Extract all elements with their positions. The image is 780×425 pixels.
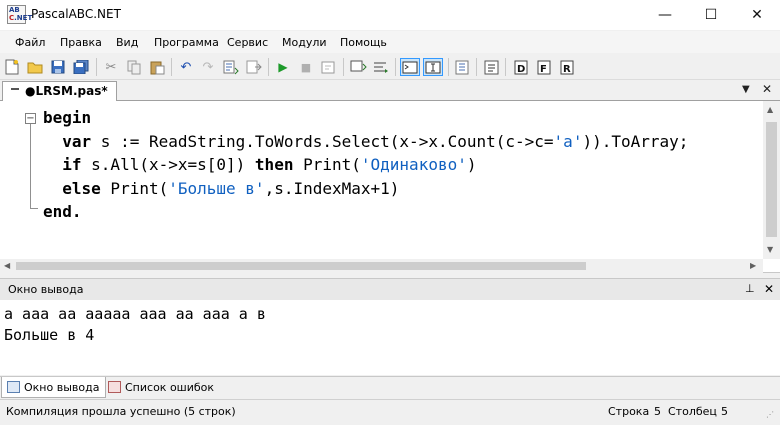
scroll-right-icon[interactable]: ▶: [750, 261, 756, 270]
menu-service[interactable]: Сервис: [227, 36, 268, 49]
svg-text:D: D: [517, 64, 525, 75]
scroll-left-icon[interactable]: ◀: [4, 261, 10, 270]
run-icon[interactable]: ▶: [274, 58, 292, 76]
fold-guide-end: [30, 208, 38, 209]
output-window-tab-icon: [7, 381, 20, 393]
redo-icon[interactable]: ↷: [199, 58, 217, 76]
tab-output-window-label: Окно вывода: [24, 381, 100, 394]
code-text-segment: ): [466, 155, 477, 174]
output-line: а ааа аа ааааа ааа аа ааа а в: [4, 305, 266, 323]
status-line-label: Строка: [608, 405, 650, 418]
cut-icon[interactable]: ✂: [102, 58, 120, 76]
code-text-segment: s := ReadString.ToWords.Select(x->x.Coun…: [91, 131, 554, 151]
code-text-segment: Print(: [100, 178, 169, 198]
code-text-segment: )).ToArray;: [582, 131, 689, 151]
code-keyword: end: [43, 202, 72, 221]
navigate-icon[interactable]: [245, 58, 263, 76]
new-file-icon[interactable]: [3, 58, 21, 76]
tab-list-dropdown-icon[interactable]: ▼: [742, 84, 750, 95]
code-editor[interactable]: − begin var s := ReadString.ToWords.Sele…: [0, 101, 780, 273]
code-keyword: then: [254, 155, 294, 174]
menu-view[interactable]: Вид: [116, 36, 138, 49]
svg-text:R: R: [563, 64, 571, 75]
status-bar: Компиляция прошла успешно (5 строк) Стро…: [0, 399, 780, 425]
tab-error-list[interactable]: Список ошибок: [103, 377, 220, 398]
tool-a-icon[interactable]: [482, 58, 500, 76]
editor-vertical-scrollbar[interactable]: ▲ ▼: [763, 101, 780, 259]
code-string: 'Одинаково': [360, 155, 467, 174]
menu-modules[interactable]: Модули: [282, 36, 327, 49]
resize-grip-icon[interactable]: ⋰: [766, 410, 774, 419]
error-list-tab-icon: [108, 381, 121, 393]
title-bar: AB C.NET PascalABC.NET — ☐ ✕: [0, 0, 780, 30]
code-keyword: else: [62, 178, 101, 198]
maximize-button[interactable]: ☐: [688, 0, 734, 30]
input-icon[interactable]: [400, 58, 420, 76]
horizontal-scroll-thumb[interactable]: [16, 262, 586, 270]
fold-toggle-icon[interactable]: −: [25, 113, 36, 124]
code-text[interactable]: begin var s := ReadString.ToWords.Select…: [43, 106, 688, 224]
tab-close-icon[interactable]: ✕: [762, 82, 772, 96]
tab-lrsm-pas[interactable]: ●LRSM.pas*: [2, 81, 117, 102]
editor-horizontal-scrollbar[interactable]: ◀ ▶: [0, 259, 763, 273]
tool-b-icon[interactable]: D: [511, 58, 529, 76]
format-icon[interactable]: [222, 58, 240, 76]
status-line-value: 5: [654, 405, 661, 418]
code-text-segment: .: [71, 202, 82, 221]
stop-icon[interactable]: ■: [297, 58, 315, 76]
menu-program[interactable]: Программа: [154, 36, 219, 49]
bottom-panel-tabs: Окно вывода Список ошибок: [0, 376, 780, 398]
compile-icon[interactable]: [453, 58, 471, 76]
vertical-scroll-thumb[interactable]: [766, 122, 777, 237]
status-column-label: Столбец: [668, 405, 717, 418]
minimize-button[interactable]: —: [642, 0, 688, 30]
document-tab-strip: ●LRSM.pas* ▼ ✕: [0, 80, 780, 102]
tab-output-window[interactable]: Окно вывода: [1, 377, 107, 398]
step-icon[interactable]: [320, 58, 338, 76]
code-text-segment: Print(: [293, 155, 361, 174]
tool-d-icon[interactable]: R: [557, 58, 575, 76]
svg-text:F: F: [540, 64, 547, 75]
output-window-icon[interactable]: [372, 58, 390, 76]
tab-label: ●LRSM.pas*: [25, 84, 108, 98]
window-title: PascalABC.NET: [31, 7, 121, 21]
copy-icon[interactable]: [125, 58, 143, 76]
open-icon[interactable]: [26, 58, 44, 76]
tab-error-list-label: Список ошибок: [125, 381, 215, 394]
output-line: Больше в 4: [4, 326, 95, 344]
code-text-segment: ,s.IndexMax+1): [264, 178, 400, 198]
menu-help[interactable]: Помощь: [340, 36, 387, 49]
code-string: 'Больше в': [168, 178, 265, 198]
code-string: 'a': [553, 131, 583, 151]
code-keyword: begin: [43, 108, 92, 127]
debug-icon[interactable]: [423, 58, 443, 76]
scroll-up-icon[interactable]: ▲: [767, 105, 773, 114]
status-column-value: 5: [721, 405, 728, 418]
save-icon[interactable]: [49, 58, 67, 76]
pin-icon[interactable]: ⊥: [745, 282, 755, 295]
status-message: Компиляция прошла успешно (5 строк): [6, 405, 236, 418]
code-keyword: if: [62, 155, 82, 174]
scroll-down-icon[interactable]: ▼: [767, 245, 773, 254]
modified-mark-icon: [11, 88, 19, 90]
output-panel-header: Окно вывода ⊥ ✕: [0, 278, 780, 300]
output-close-icon[interactable]: ✕: [764, 282, 774, 296]
editor-gutter: [0, 101, 20, 259]
tool-c-icon[interactable]: F: [534, 58, 552, 76]
menu-file[interactable]: Файл: [15, 36, 45, 49]
paste-icon[interactable]: [148, 58, 166, 76]
output-panel-title: Окно вывода: [8, 283, 84, 296]
save-all-icon[interactable]: [72, 58, 90, 76]
code-keyword: var: [62, 131, 92, 151]
toolbar: ✂ ↶ ↷ ▶ ■ D F R: [0, 54, 780, 80]
menu-bar: Файл Правка Вид Программа Сервис Модули …: [0, 31, 780, 53]
code-text-segment: s.All(x->x=s[0]): [81, 155, 255, 174]
app-logo-icon: AB C.NET: [7, 5, 33, 24]
close-button[interactable]: ✕: [734, 0, 780, 30]
menu-edit[interactable]: Правка: [60, 36, 102, 49]
fold-guide: [30, 124, 31, 208]
undo-icon[interactable]: ↶: [177, 58, 195, 76]
step-over-icon[interactable]: [349, 58, 367, 76]
output-text-area[interactable]: а ааа аа ааааа ааа аа ааа а в Больше в 4: [0, 300, 780, 375]
